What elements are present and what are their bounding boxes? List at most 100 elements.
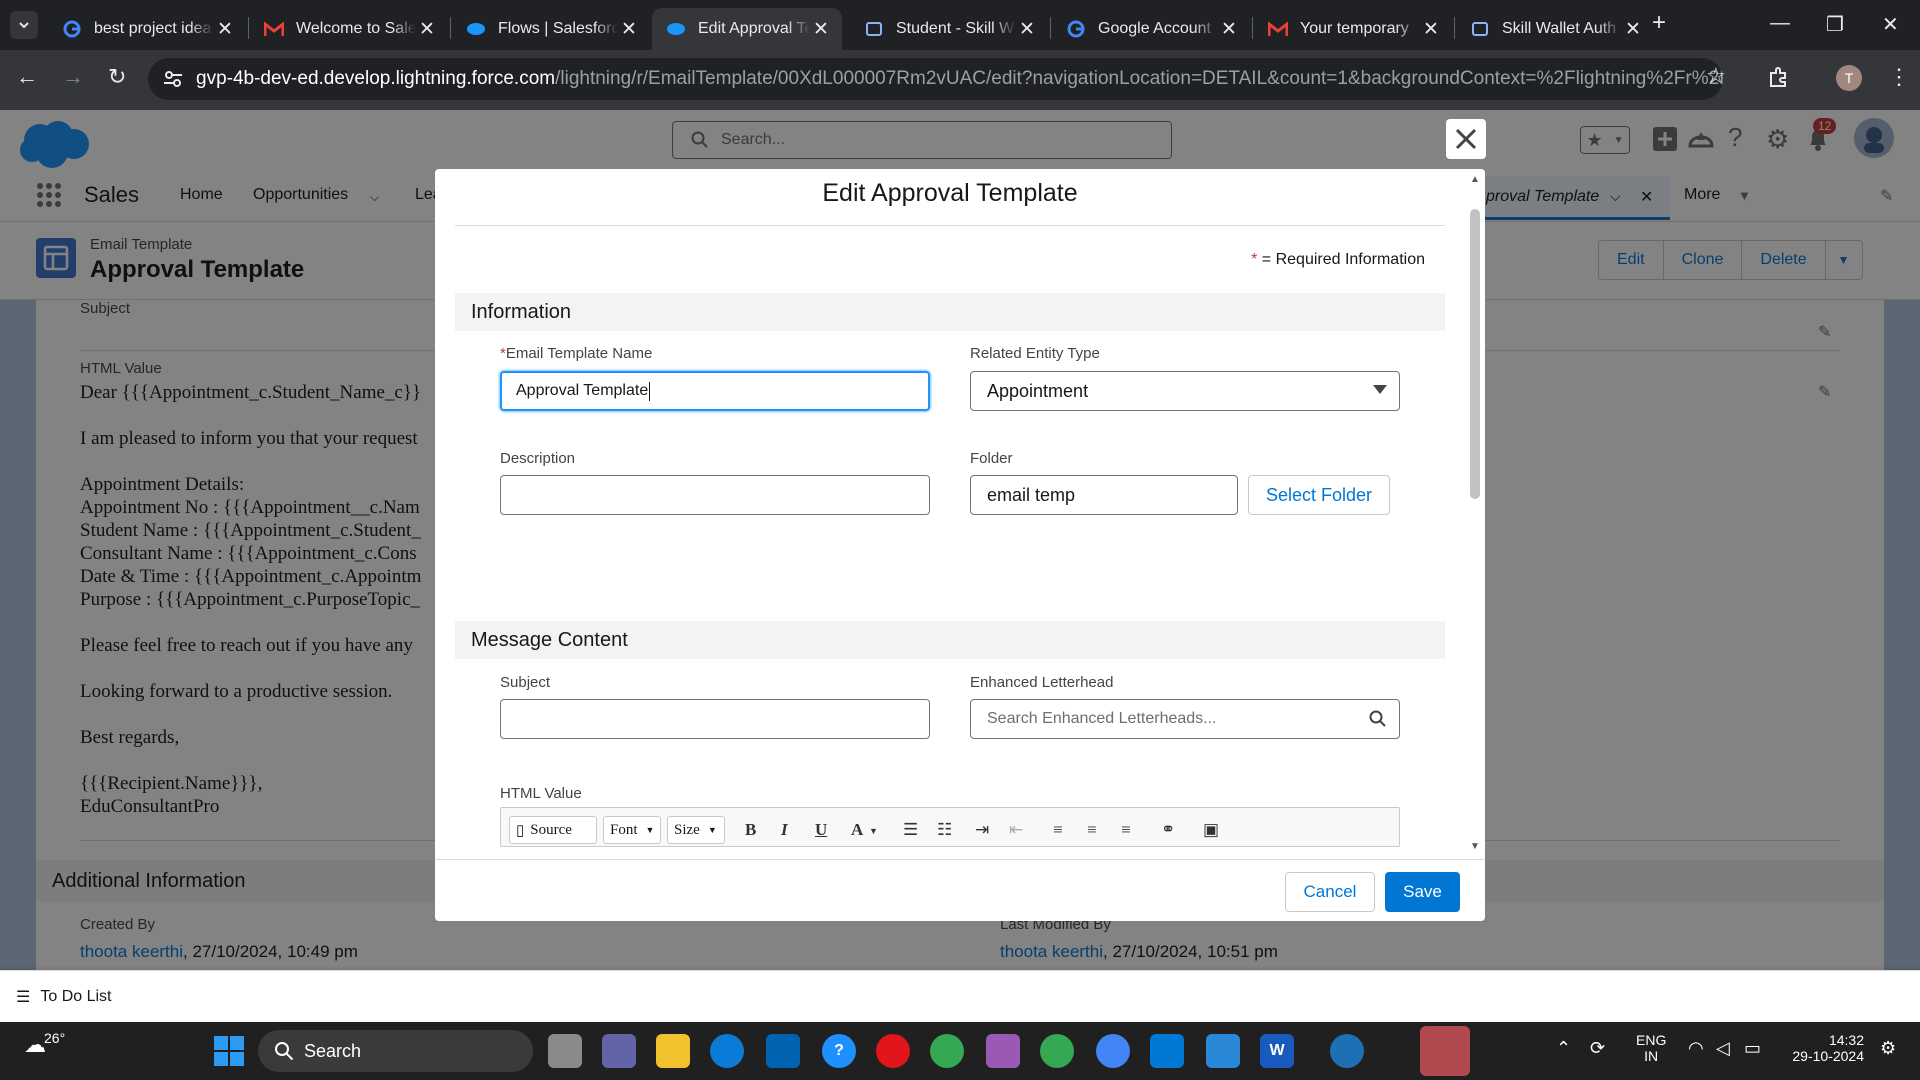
chrome-icon[interactable] [930, 1034, 964, 1068]
email-template-name-label: *Email Template Name [500, 345, 652, 362]
windows-start-icon[interactable] [214, 1036, 244, 1066]
google-icon [1066, 19, 1086, 39]
task-view-icon[interactable] [548, 1034, 582, 1068]
scroll-down-icon[interactable]: ▼ [1470, 841, 1480, 852]
file-explorer-icon[interactable] [656, 1034, 690, 1068]
align-center-icon[interactable]: ≡ [1087, 820, 1097, 840]
link-icon[interactable]: ⚭ [1161, 820, 1175, 840]
vscode-icon[interactable] [1150, 1034, 1184, 1068]
tab-search-button[interactable] [10, 11, 38, 39]
browser-menu-icon[interactable]: ⋮ [1888, 64, 1910, 90]
underline-button[interactable]: U [815, 820, 827, 840]
browser-tab[interactable]: Your temporary ✕ [1254, 8, 1452, 50]
modal-close-button[interactable] [1446, 119, 1486, 159]
caret-down-icon[interactable]: ▼ [869, 826, 878, 836]
google-icon [62, 19, 82, 39]
volume-icon[interactable]: ◁ [1716, 1038, 1730, 1059]
browser-tab[interactable]: Welcome to Sale ✕ [250, 8, 448, 50]
extensions-icon[interactable] [1768, 66, 1790, 88]
email-template-name-input[interactable]: Approval Template [500, 371, 930, 411]
bold-button[interactable]: B [745, 820, 756, 840]
notepad-icon[interactable] [1206, 1034, 1240, 1068]
clock[interactable]: 14:32 29-10-2024 [1784, 1032, 1864, 1064]
scrollbar-thumb[interactable] [1470, 209, 1480, 499]
scroll-up-icon[interactable]: ▲ [1470, 174, 1480, 185]
numbered-list-icon[interactable]: ☰ [903, 820, 918, 840]
font-select[interactable]: Font ▼ [603, 816, 661, 844]
browser-tab[interactable]: Flows | Salesforc ✕ [452, 8, 650, 50]
reload-button[interactable]: ↻ [108, 64, 126, 90]
select-folder-button[interactable]: Select Folder [1248, 475, 1390, 515]
back-button[interactable]: ← [16, 64, 38, 90]
modal-scrollbar[interactable]: ▲ ▼ [1465, 169, 1485, 859]
taskbar-search[interactable]: Search [258, 1030, 533, 1072]
edge-icon[interactable] [710, 1034, 744, 1068]
help-app-icon[interactable]: ? [822, 1034, 856, 1068]
source-button[interactable]: ▯ Source [509, 816, 597, 844]
chevron-up-icon[interactable]: ⌃ [1556, 1038, 1571, 1059]
size-select[interactable]: Size ▼ [667, 816, 725, 844]
close-tab-icon[interactable]: ✕ [1622, 18, 1644, 41]
italic-button[interactable]: I [781, 820, 788, 840]
address-bar[interactable]: gvp-4b-dev-ed.develop.lightning.force.co… [148, 58, 1723, 100]
close-tab-icon[interactable]: ✕ [618, 18, 640, 41]
description-input[interactable] [500, 475, 930, 515]
browser-tab[interactable]: Google Account ✕ [1052, 8, 1250, 50]
notification-center-icon[interactable]: ⚙ [1880, 1038, 1896, 1059]
site-info-icon[interactable] [162, 68, 184, 90]
close-tab-icon[interactable]: ✕ [1218, 18, 1240, 41]
close-tab-icon[interactable]: ✕ [810, 18, 832, 41]
align-right-icon[interactable]: ≡ [1121, 820, 1131, 840]
store-icon[interactable] [766, 1034, 800, 1068]
gmail-icon [264, 19, 284, 39]
section-message-content[interactable]: Message Content [455, 621, 1445, 659]
enhanced-letterhead-label: Enhanced Letterhead [970, 674, 1114, 691]
save-button[interactable]: Save [1385, 872, 1460, 912]
tab-divider [450, 17, 451, 39]
browser-tab[interactable]: Student - Skill W ✕ [850, 8, 1048, 50]
section-information[interactable]: Information [455, 293, 1445, 331]
subject-input[interactable] [500, 699, 930, 739]
align-left-icon[interactable]: ≡ [1053, 820, 1063, 840]
sync-icon[interactable]: ⟳ [1590, 1038, 1605, 1059]
restore-window-button[interactable]: ❐ [1826, 12, 1844, 37]
wifi-icon[interactable]: ◠ [1688, 1038, 1704, 1059]
todo-list-item[interactable]: ☰ To Do List [16, 987, 111, 1007]
browser-tab[interactable]: best project idea ✕ [48, 8, 246, 50]
teams-icon[interactable] [602, 1034, 636, 1068]
chrome-profile-icon[interactable] [1040, 1034, 1074, 1068]
forward-button[interactable]: → [62, 64, 84, 90]
folder-input[interactable]: email temp [970, 475, 1238, 515]
related-entity-type-select[interactable]: Appointment [970, 371, 1400, 411]
app-badge-icon[interactable] [1330, 1034, 1364, 1068]
app-thumbnail-icon[interactable] [1420, 1026, 1470, 1076]
html-value-label: HTML Value [500, 785, 582, 802]
browser-tab-active[interactable]: Edit Approval Te ✕ [652, 8, 842, 50]
close-tab-icon[interactable]: ✕ [1420, 18, 1442, 41]
browser-tab[interactable]: Skill Wallet Auth ✕ [1456, 8, 1654, 50]
battery-icon[interactable]: ▭ [1744, 1038, 1761, 1059]
close-window-button[interactable]: ✕ [1882, 12, 1899, 37]
cancel-button[interactable]: Cancel [1285, 872, 1375, 912]
bookmark-star-icon[interactable]: ☆ [1706, 63, 1726, 89]
chrome-active-icon[interactable] [1096, 1034, 1130, 1068]
indent-icon[interactable]: ⇥ [975, 820, 989, 840]
enhanced-letterhead-search-input[interactable]: Search Enhanced Letterheads... [970, 699, 1400, 739]
text-color-button[interactable]: A [851, 820, 863, 840]
bulleted-list-icon[interactable]: ☷ [937, 820, 952, 840]
opera-icon[interactable] [876, 1034, 910, 1068]
profile-avatar[interactable]: T [1836, 65, 1862, 91]
caret-down-icon: ▼ [707, 825, 717, 835]
word-icon[interactable]: W [1260, 1034, 1294, 1068]
weather-widget[interactable]: ☁ 26° [24, 1030, 65, 1058]
language-indicator[interactable]: ENG IN [1636, 1032, 1666, 1064]
tab-title: Your temporary [1300, 20, 1409, 37]
image-icon[interactable]: ▣ [1203, 820, 1219, 840]
copilot-icon[interactable] [986, 1034, 1020, 1068]
outdent-icon[interactable]: ⇤ [1009, 820, 1023, 840]
minimize-window-button[interactable]: — [1770, 12, 1790, 35]
new-tab-button[interactable]: + [1652, 9, 1666, 37]
close-tab-icon[interactable]: ✕ [214, 18, 236, 41]
close-tab-icon[interactable]: ✕ [1016, 18, 1038, 41]
close-tab-icon[interactable]: ✕ [416, 18, 438, 41]
